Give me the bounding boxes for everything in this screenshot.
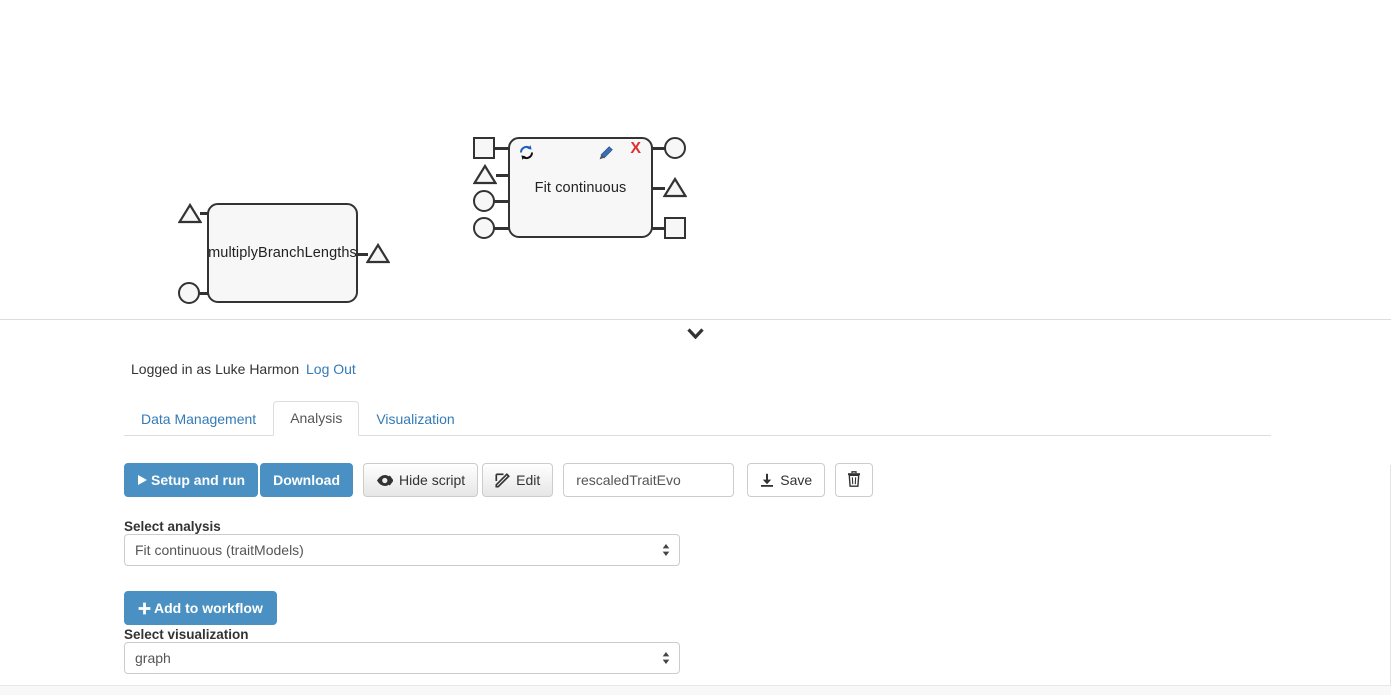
- output-port-triangle[interactable]: [663, 177, 687, 198]
- close-icon[interactable]: X: [630, 141, 641, 157]
- input-port-square[interactable]: [473, 137, 495, 159]
- download-button[interactable]: Download: [260, 463, 354, 497]
- node-body[interactable]: Fit continuous X: [508, 137, 653, 238]
- download-label: Download: [273, 472, 341, 488]
- chevron-down-icon[interactable]: [687, 327, 704, 342]
- output-port-circle[interactable]: [664, 137, 686, 159]
- login-status: Logged in as Luke Harmon Log Out: [131, 361, 356, 377]
- edit-button[interactable]: Edit: [482, 463, 554, 497]
- save-label: Save: [780, 472, 813, 488]
- login-status-text: Logged in as Luke Harmon: [131, 361, 300, 377]
- log-out-link[interactable]: Log Out: [306, 361, 356, 377]
- footer-strip: [0, 685, 1391, 695]
- add-to-workflow-button[interactable]: Add to workflow: [124, 591, 277, 625]
- play-icon: [137, 474, 148, 486]
- setup-and-run-label: Setup and run: [151, 472, 246, 488]
- node-label: multiplyBranchLengths: [208, 245, 357, 261]
- delete-script-button[interactable]: [835, 463, 874, 497]
- eye-slash-icon: [376, 474, 394, 487]
- setup-and-run-button[interactable]: Setup and run: [124, 463, 259, 497]
- select-visualization-label: Select visualization: [124, 627, 249, 642]
- analysis-panel: Logged in as Luke Harmon Log Out Data Ma…: [0, 348, 1391, 685]
- trash-icon: [847, 470, 861, 490]
- hide-script-label: Hide script: [399, 472, 466, 488]
- select-arrows-icon: [662, 543, 670, 557]
- tab-analysis[interactable]: Analysis: [273, 401, 360, 436]
- add-to-workflow-label: Add to workflow: [154, 600, 263, 616]
- tab-visualization[interactable]: Visualization: [359, 402, 471, 436]
- input-port-triangle[interactable]: [473, 164, 497, 185]
- select-analysis-label: Select analysis: [124, 519, 221, 534]
- input-port-triangle[interactable]: [178, 203, 202, 224]
- input-port-circle[interactable]: [473, 217, 495, 239]
- refresh-icon[interactable]: [518, 144, 535, 165]
- select-arrows-icon: [662, 651, 670, 665]
- select-analysis-dropdown[interactable]: Fit continuous (traitModels): [124, 534, 680, 566]
- input-port-circle[interactable]: [178, 282, 200, 304]
- output-port-square[interactable]: [664, 217, 686, 239]
- analysis-toolbar: Setup and run Download Hide script Edit …: [124, 463, 874, 497]
- node-body[interactable]: multiplyBranchLengths: [207, 203, 358, 303]
- pencil-icon[interactable]: [599, 146, 613, 164]
- edit-label: Edit: [516, 472, 541, 488]
- input-port-circle[interactable]: [473, 190, 495, 212]
- workflow-canvas[interactable]: multiplyBranchLengths Fit continuous X: [0, 0, 1391, 320]
- output-port-triangle[interactable]: [366, 243, 390, 264]
- pencil-square-icon: [495, 472, 511, 488]
- plus-icon: [138, 602, 151, 615]
- save-button[interactable]: Save: [747, 463, 826, 497]
- collapse-row: [0, 320, 1391, 348]
- script-name-input[interactable]: [563, 463, 735, 497]
- node-label: Fit continuous: [534, 179, 627, 196]
- hide-script-button[interactable]: Hide script: [363, 463, 479, 497]
- select-visualization-dropdown[interactable]: graph: [124, 642, 680, 674]
- download-save-icon: [760, 473, 774, 487]
- tab-bar: Data Management Analysis Visualization: [124, 401, 1271, 436]
- select-visualization-value: graph: [135, 650, 171, 666]
- select-analysis-value: Fit continuous (traitModels): [135, 542, 304, 558]
- tab-data-management[interactable]: Data Management: [124, 402, 273, 436]
